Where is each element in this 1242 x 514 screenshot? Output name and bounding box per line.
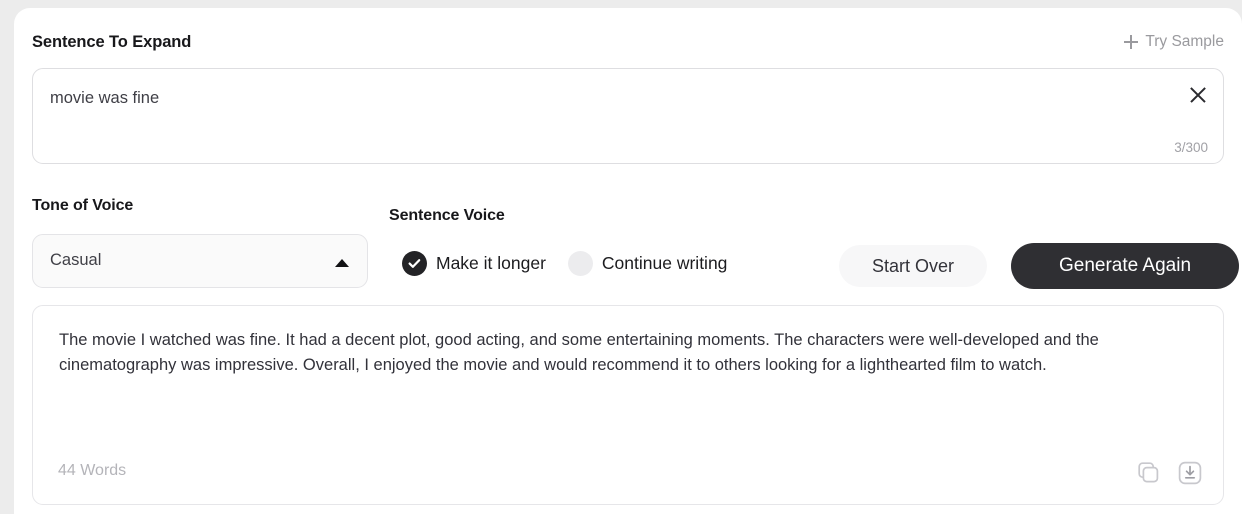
- radio-continue-writing-label: Continue writing: [601, 253, 728, 273]
- radio-unselected-icon: [567, 251, 593, 276]
- try-sample-label: Try Sample: [1145, 33, 1224, 50]
- character-counter: 3/300: [1174, 140, 1208, 155]
- radio-continue-writing[interactable]: Continue writing: [567, 251, 728, 276]
- tone-of-voice-label: Tone of Voice: [32, 197, 134, 214]
- copy-icon[interactable]: [1135, 460, 1161, 486]
- radio-selected-icon: [402, 251, 427, 276]
- page-title: Sentence To Expand: [32, 32, 192, 51]
- download-icon[interactable]: [1177, 460, 1203, 486]
- sentence-input-container[interactable]: 3/300: [32, 68, 1224, 164]
- output-actions: [1135, 460, 1203, 486]
- app-root: Sentence To Expand Try Sample 3/300 Tone…: [0, 0, 1242, 514]
- tone-of-voice-value: Casual: [50, 251, 102, 269]
- start-over-button[interactable]: Start Over: [839, 245, 987, 287]
- radio-make-it-longer[interactable]: Make it longer: [402, 251, 546, 276]
- word-count: 44 Words: [58, 462, 127, 479]
- sentence-input[interactable]: [50, 89, 1130, 108]
- sentence-voice-label: Sentence Voice: [389, 207, 505, 224]
- sentence-voice-radio-group: Make it longer Continue writing: [402, 251, 727, 276]
- sentence-expander-card: Sentence To Expand Try Sample 3/300 Tone…: [14, 8, 1242, 514]
- generated-text: The movie I watched was fine. It had a d…: [59, 331, 1099, 374]
- chevron-up-icon: [335, 259, 349, 267]
- close-icon[interactable]: [1187, 84, 1209, 106]
- radio-make-it-longer-label: Make it longer: [436, 253, 546, 273]
- tone-of-voice-select[interactable]: Casual: [32, 234, 368, 288]
- generate-again-button[interactable]: Generate Again: [1011, 243, 1239, 289]
- card-header: Sentence To Expand Try Sample: [32, 29, 1224, 55]
- try-sample-button[interactable]: Try Sample: [1124, 33, 1224, 51]
- plus-icon: [1124, 35, 1139, 49]
- output-panel: The movie I watched was fine. It had a d…: [32, 305, 1224, 505]
